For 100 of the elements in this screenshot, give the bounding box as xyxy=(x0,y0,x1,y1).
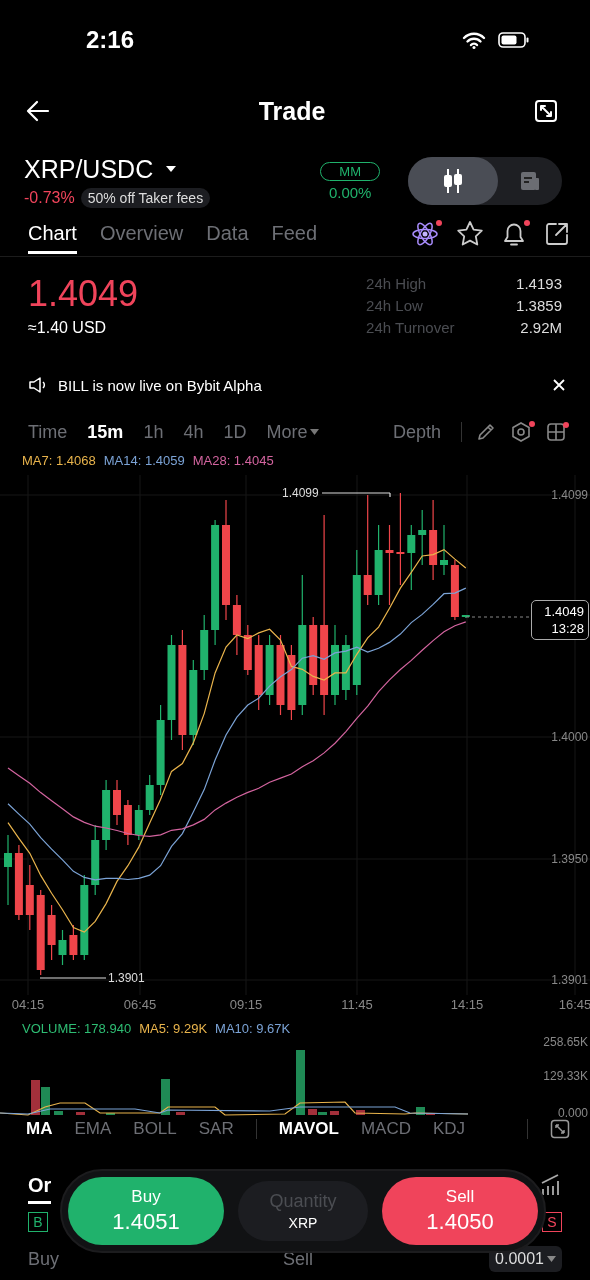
newspaper-icon xyxy=(518,170,541,192)
interval-tab[interactable]: 1h xyxy=(143,421,164,443)
tab[interactable]: Data xyxy=(206,214,249,254)
settings-icon[interactable] xyxy=(510,421,532,443)
candle xyxy=(407,524,416,591)
axis-label: 1.3901 xyxy=(551,973,588,987)
axis-label: 129.33K xyxy=(543,1069,588,1083)
stat-value: 1.3859 xyxy=(516,297,562,314)
pencil-icon[interactable] xyxy=(476,422,496,442)
caret-icon xyxy=(547,1256,556,1262)
price-tag-value: 1.4049 xyxy=(544,603,584,620)
candle xyxy=(25,864,34,931)
indicator-tab[interactable]: MAVOL xyxy=(278,1119,339,1139)
low-label: 1.3901 xyxy=(108,971,145,985)
volume-bar xyxy=(356,1110,365,1115)
candle xyxy=(102,779,111,851)
axis-label: 258.65K xyxy=(543,1037,588,1049)
buy-button[interactable]: Buy 1.4051 xyxy=(68,1177,224,1245)
tab[interactable]: Overview xyxy=(99,214,184,254)
notice-text[interactable]: BILL is now live on Bybit Alpha xyxy=(58,376,542,394)
candlestick-icon xyxy=(441,168,464,194)
back-arrow-icon[interactable] xyxy=(26,100,50,122)
axis-label: 06:45 xyxy=(122,997,158,1012)
indicator-tab[interactable]: SAR xyxy=(198,1119,234,1139)
candle xyxy=(243,624,252,676)
volume-legend: MA5: 9.29K xyxy=(139,1021,208,1036)
volume-bar xyxy=(330,1111,339,1115)
depth-tab[interactable]: Depth xyxy=(392,421,441,443)
candle xyxy=(341,634,350,701)
candle xyxy=(418,509,427,566)
candlestick-view-button[interactable] xyxy=(408,157,498,205)
ma-legend: MA28: 1.4045 xyxy=(192,453,274,471)
volume-bar xyxy=(76,1112,85,1115)
volume-bar xyxy=(176,1112,185,1115)
axis-label: 1.3950 xyxy=(551,852,588,866)
high-label: 1.4099 xyxy=(282,486,319,500)
tab[interactable]: Feed xyxy=(271,214,318,254)
ma-legend: MA7: 1.4068 xyxy=(22,453,96,471)
ma-legend: MA14: 1.4059 xyxy=(103,453,185,471)
axis-label: 09:15 xyxy=(228,997,264,1012)
volume-bar xyxy=(41,1087,50,1115)
battery-icon xyxy=(498,32,530,48)
price-change: -0.73% xyxy=(24,188,75,207)
orders-tab[interactable]: Or xyxy=(28,1166,52,1204)
axis-label: 16:45 xyxy=(557,997,590,1012)
interval-tab[interactable]: More xyxy=(266,421,320,443)
last-price: 1.4049 xyxy=(28,273,139,315)
share-icon[interactable] xyxy=(544,221,570,247)
price-line xyxy=(465,616,531,618)
pair-selector[interactable]: XRP/USDC xyxy=(24,154,178,184)
interval-tab[interactable]: Time xyxy=(28,421,68,443)
axis-label: 11:45 xyxy=(340,997,374,1012)
volume-legend: VOLUME: 178.940 xyxy=(22,1021,132,1036)
interval-tab[interactable]: 1D xyxy=(223,421,247,443)
buy-badge: B xyxy=(28,1212,48,1232)
axis-label: 1.4099 xyxy=(551,488,588,502)
candle xyxy=(123,799,132,846)
page-title: Trade xyxy=(258,96,326,126)
high-marker-line xyxy=(321,492,391,498)
promo-badge[interactable]: 50% off Taker fees xyxy=(80,187,211,208)
atom-icon[interactable] xyxy=(411,220,439,248)
candle xyxy=(461,614,470,619)
speaker-icon xyxy=(28,376,48,394)
axis-label: 04:15 xyxy=(10,997,46,1012)
indicator-tab[interactable]: MA xyxy=(26,1119,53,1139)
indicator-tab[interactable]: EMA xyxy=(74,1119,112,1139)
sell-button[interactable]: Sell 1.4050 xyxy=(382,1177,538,1245)
caret-icon xyxy=(165,165,178,173)
candle xyxy=(450,559,459,621)
star-icon[interactable] xyxy=(456,220,484,248)
candle xyxy=(134,804,143,841)
candle xyxy=(69,924,78,961)
layout-grid-icon[interactable] xyxy=(546,422,566,442)
volume-bar xyxy=(296,1050,305,1115)
status-time: 2:16 xyxy=(86,26,135,54)
interval-tab[interactable]: 15m xyxy=(87,421,124,443)
candle xyxy=(91,824,100,896)
candle xyxy=(145,774,154,816)
mm-rate: 0.00% xyxy=(328,183,372,201)
candle xyxy=(265,634,274,706)
close-icon[interactable] xyxy=(552,378,566,392)
countdown: 13:28 xyxy=(551,620,584,637)
interval-tab[interactable]: 4h xyxy=(183,421,204,443)
indicator-tab[interactable]: MACD xyxy=(360,1119,411,1139)
indicator-tab[interactable]: KDJ xyxy=(432,1119,466,1139)
expand-icon[interactable] xyxy=(550,1119,570,1139)
axis-label: 14:15 xyxy=(449,997,485,1012)
candle xyxy=(232,594,241,656)
column-header: Buy xyxy=(28,1248,60,1270)
stat-value: 1.4193 xyxy=(516,275,562,292)
volume-bar xyxy=(54,1111,63,1115)
bar-chart-icon[interactable] xyxy=(540,1173,562,1197)
wifi-icon xyxy=(462,31,486,49)
tab[interactable]: Chart xyxy=(28,214,77,254)
candle xyxy=(47,904,56,961)
candle xyxy=(113,779,121,826)
candle xyxy=(200,614,209,681)
axis-label: 0.000 xyxy=(557,1106,588,1117)
stat-label: 24h Turnover xyxy=(366,319,456,336)
indicator-tab[interactable]: BOLL xyxy=(133,1119,177,1139)
